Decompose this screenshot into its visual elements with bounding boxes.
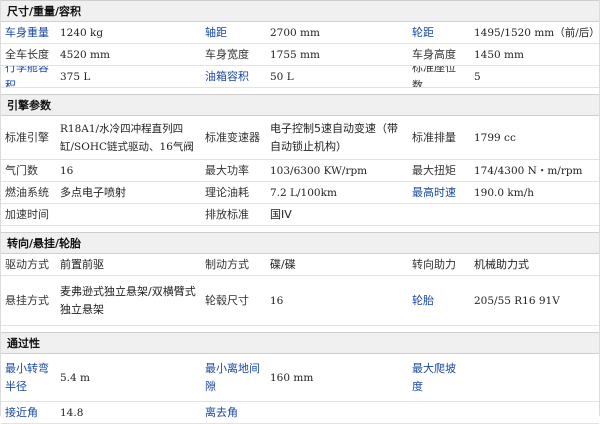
label-fuel-system: 燃油系统 (1, 182, 56, 204)
value-acceleration (56, 204, 201, 226)
value-fuel-consumption: 7.2 L/100km (266, 182, 408, 204)
label-acceleration: 加速时间 (1, 204, 56, 226)
value-curb-weight: 1240 kg (56, 22, 201, 44)
value-approach-angle: 14.8 (56, 402, 201, 424)
value-max-torque: 174/4300 N・m/rpm (470, 160, 599, 182)
value-seats: 5 (470, 66, 599, 88)
value-valves: 16 (56, 160, 201, 182)
label-length: 全车长度 (1, 44, 56, 66)
value-length: 4520 mm (56, 44, 201, 66)
value-brakes: 碟/碟 (266, 254, 408, 276)
label-drive: 驱动方式 (1, 254, 56, 276)
value-engine: R18A1/水冷四冲程直列四缸/SOHC链式驱动、16气阀 (56, 116, 201, 160)
value-wheel-size: 16 (266, 276, 408, 326)
value-empty-2 (470, 402, 599, 424)
label-empty-2 (408, 402, 470, 424)
value-max-power: 103/6300 KW/rpm (266, 160, 408, 182)
label-turning-radius[interactable]: 最小转弯半径 (1, 354, 56, 402)
value-drive: 前置前驱 (56, 254, 201, 276)
label-steering-assist: 转向助力 (408, 254, 470, 276)
passability-grid: 最小转弯半径 5.4 m 最小离地间隙 160 mm 最大爬坡度 接近角 14.… (1, 354, 599, 424)
size-grid: 车身重量 1240 kg 轴距 2700 mm 轮距 1495/1520 mm（… (1, 22, 599, 88)
label-fuel-tank[interactable]: 油箱容积 (201, 66, 266, 88)
label-approach-angle[interactable]: 接近角 (1, 402, 56, 424)
value-departure-angle (266, 402, 408, 424)
steering-grid: 驱动方式 前置前驱 制动方式 碟/碟 转向助力 机械助力式 悬挂方式 麦弗逊式独… (1, 254, 599, 326)
label-engine: 标准引擎 (1, 116, 56, 160)
value-steering-assist: 机械助力式 (470, 254, 599, 276)
value-wheelbase: 2700 mm (266, 22, 408, 44)
label-width: 车身宽度 (201, 44, 266, 66)
spec-sheet: 尺寸/重量/容积 车身重量 1240 kg 轴距 2700 mm 轮距 1495… (0, 0, 600, 424)
label-track[interactable]: 轮距 (408, 22, 470, 44)
value-turning-radius: 5.4 m (56, 354, 201, 402)
label-departure-angle[interactable]: 离去角 (201, 402, 266, 424)
engine-grid: 标准引擎 R18A1/水冷四冲程直列四缸/SOHC链式驱动、16气阀 标准变速器… (1, 116, 599, 226)
value-ground-clearance: 160 mm (266, 354, 408, 402)
section-header-passability: 通过性 (1, 332, 599, 354)
value-transmission: 电子控制5速自动变速（带自动锁止机构） (266, 116, 408, 160)
value-empty-1 (470, 204, 599, 226)
label-transmission: 标准变速器 (201, 116, 266, 160)
label-max-power: 最大功率 (201, 160, 266, 182)
value-max-gradient (470, 354, 599, 402)
label-ground-clearance[interactable]: 最小离地间隙 (201, 354, 266, 402)
label-max-torque: 最大扭矩 (408, 160, 470, 182)
value-suspension: 麦弗逊式独立悬架/双横臂式独立悬架 (56, 276, 201, 326)
value-emission: 国IV (266, 204, 408, 226)
label-wheel-size: 轮毂尺寸 (201, 276, 266, 326)
label-curb-weight[interactable]: 车身重量 (1, 22, 56, 44)
label-suspension: 悬挂方式 (1, 276, 56, 326)
label-emission: 排放标准 (201, 204, 266, 226)
value-height: 1450 mm (470, 44, 599, 66)
label-trunk-volume[interactable]: 行李舱容积 (1, 66, 56, 88)
label-seats: 标准座位数 (408, 66, 470, 88)
label-empty-1 (408, 204, 470, 226)
label-fuel-consumption: 理论油耗 (201, 182, 266, 204)
label-height: 车身高度 (408, 44, 470, 66)
value-trunk-volume: 375 L (56, 66, 201, 88)
value-fuel-system: 多点电子喷射 (56, 182, 201, 204)
section-header-engine: 引擎参数 (1, 94, 599, 116)
label-valves: 气门数 (1, 160, 56, 182)
label-brakes: 制动方式 (201, 254, 266, 276)
label-max-gradient[interactable]: 最大爬坡度 (408, 354, 470, 402)
label-top-speed[interactable]: 最高时速 (408, 182, 470, 204)
value-top-speed: 190.0 km/h (470, 182, 599, 204)
value-width: 1755 mm (266, 44, 408, 66)
section-header-steering: 转向/悬挂/轮胎 (1, 232, 599, 254)
section-header-size: 尺寸/重量/容积 (1, 0, 599, 22)
value-track: 1495/1520 mm（前/后） (470, 22, 599, 44)
value-fuel-tank: 50 L (266, 66, 408, 88)
label-tires[interactable]: 轮胎 (408, 276, 470, 326)
value-tires: 205/55 R16 91V (470, 276, 599, 326)
label-displacement: 标准排量 (408, 116, 470, 160)
value-displacement: 1799 cc (470, 116, 599, 160)
label-wheelbase[interactable]: 轴距 (201, 22, 266, 44)
